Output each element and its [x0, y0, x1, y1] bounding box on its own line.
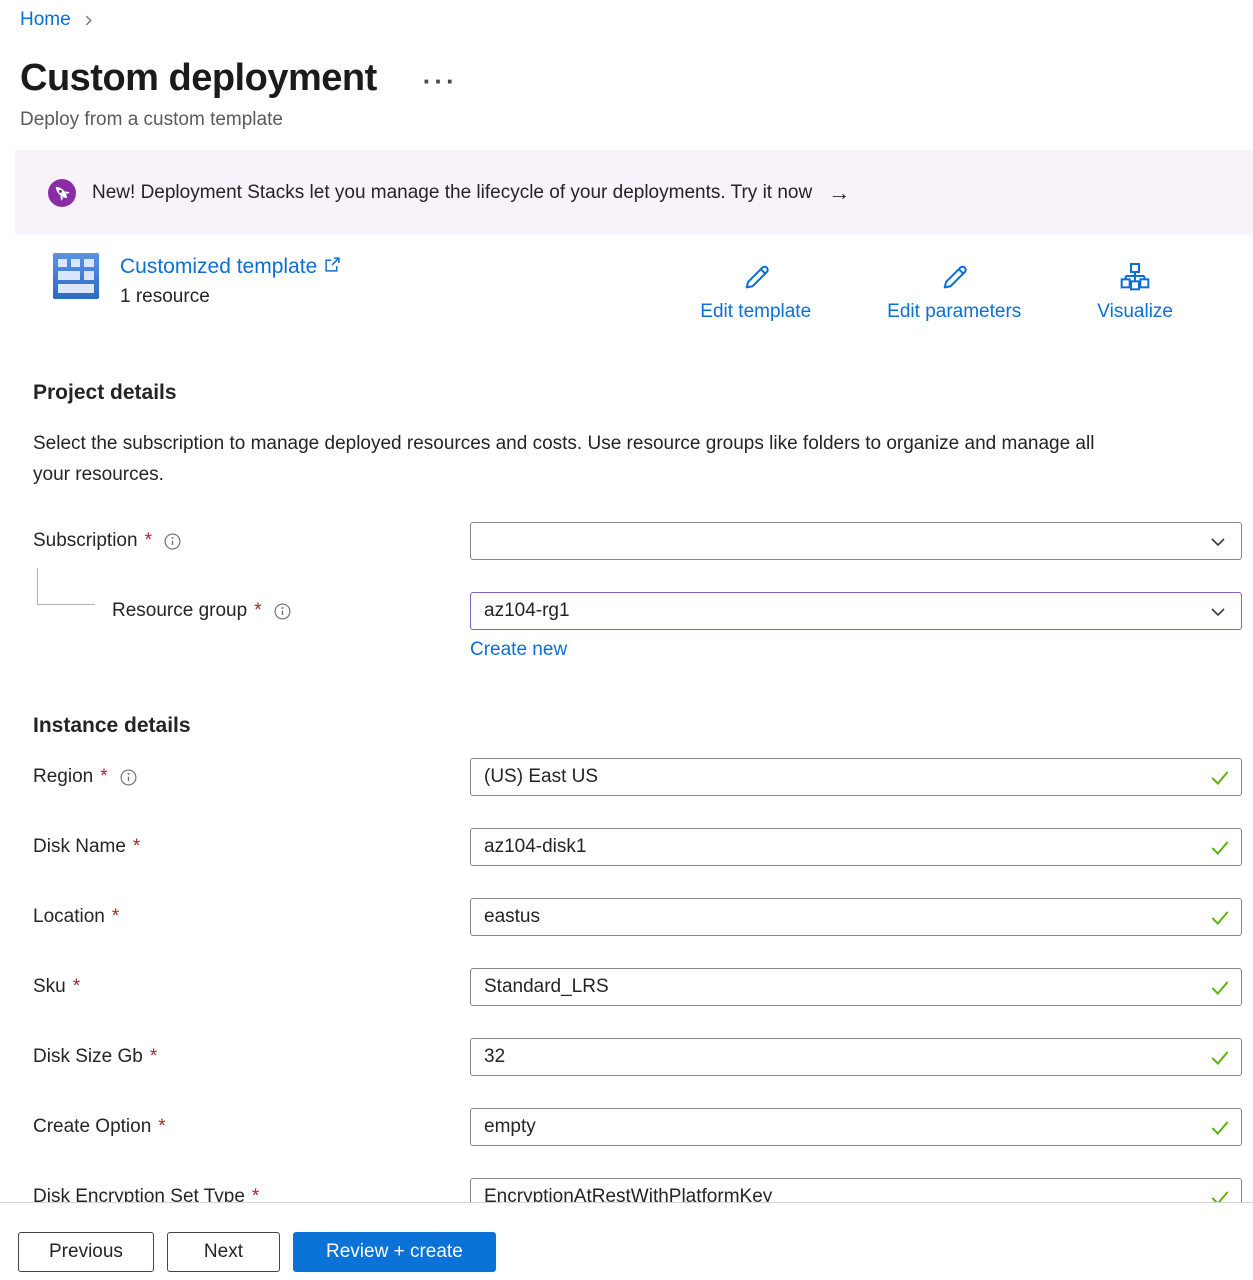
- org-chart-icon: [1119, 262, 1151, 294]
- disk-size-row: Disk Size Gb *: [33, 1038, 1242, 1076]
- subscription-dropdown[interactable]: [470, 522, 1242, 560]
- create-option-label: Create Option: [33, 1116, 151, 1138]
- project-form: Subscription * Resource group * az104-rg…: [33, 522, 1242, 662]
- disk-size-input[interactable]: [471, 1039, 1241, 1075]
- project-details-heading: Project details: [33, 380, 1253, 406]
- required-asterisk: *: [158, 1116, 165, 1138]
- create-option-row: Create Option *: [33, 1108, 1242, 1146]
- valid-check-icon: [1209, 1117, 1231, 1139]
- rocket-icon: [48, 179, 76, 207]
- location-input[interactable]: [471, 899, 1241, 935]
- banner-text: New! Deployment Stacks let you manage th…: [92, 182, 812, 204]
- template-actions: Edit template Edit parameters: [700, 252, 1253, 327]
- required-asterisk: *: [112, 906, 119, 928]
- edit-template-button[interactable]: Edit template: [700, 262, 811, 327]
- arrow-right-icon: →: [828, 180, 850, 206]
- pencil-icon: [740, 262, 772, 294]
- visualize-label: Visualize: [1097, 301, 1173, 323]
- external-link-icon: [324, 256, 341, 273]
- pencil-icon: [938, 262, 970, 294]
- sku-input[interactable]: [471, 969, 1241, 1005]
- sku-label: Sku: [33, 976, 66, 998]
- resource-group-dropdown[interactable]: az104-rg1: [470, 592, 1242, 630]
- chevron-down-icon: [1208, 602, 1228, 622]
- valid-check-icon: [1209, 907, 1231, 929]
- disk-name-row: Disk Name *: [33, 828, 1242, 866]
- previous-button[interactable]: Previous: [18, 1232, 154, 1272]
- page-header: Custom deployment ···: [20, 56, 1253, 100]
- disk-name-label: Disk Name: [33, 836, 126, 858]
- region-label: Region: [33, 766, 93, 788]
- template-resource-count: 1 resource: [120, 285, 341, 309]
- location-label: Location: [33, 906, 105, 928]
- breadcrumb: Home: [20, 8, 1253, 32]
- valid-check-icon: [1209, 837, 1231, 859]
- create-option-input[interactable]: [471, 1109, 1241, 1145]
- required-asterisk: *: [145, 530, 152, 552]
- disk-name-input[interactable]: [471, 829, 1241, 865]
- subscription-row: Subscription *: [33, 522, 1242, 560]
- review-create-button[interactable]: Review + create: [293, 1232, 496, 1272]
- resource-group-row: Resource group * az104-rg1: [33, 592, 1242, 630]
- valid-check-icon: [1209, 977, 1231, 999]
- edit-parameters-label: Edit parameters: [887, 301, 1021, 323]
- chevron-right-icon: [81, 13, 96, 28]
- deployment-stacks-banner[interactable]: New! Deployment Stacks let you manage th…: [15, 150, 1253, 235]
- field-connector-line: [37, 568, 95, 605]
- required-asterisk: *: [254, 600, 261, 622]
- page-title: Custom deployment: [20, 56, 377, 100]
- sku-row: Sku *: [33, 968, 1242, 1006]
- required-asterisk: *: [73, 976, 80, 998]
- info-icon[interactable]: [119, 768, 138, 787]
- required-asterisk: *: [100, 766, 107, 788]
- instance-form: Region * Disk Name * Location *: [33, 758, 1242, 1216]
- subscription-label: Subscription: [33, 530, 138, 552]
- region-input[interactable]: [471, 759, 1241, 795]
- template-icon: [52, 252, 100, 300]
- location-row: Location *: [33, 898, 1242, 936]
- customized-template-link[interactable]: Customized template: [120, 254, 341, 280]
- resource-group-label: Resource group: [112, 600, 247, 622]
- resource-group-value: az104-rg1: [484, 600, 570, 622]
- instance-details-heading: Instance details: [33, 713, 1253, 739]
- footer-action-bar: Previous Next Review + create: [0, 1202, 1253, 1280]
- info-icon[interactable]: [273, 602, 292, 621]
- edit-template-label: Edit template: [700, 301, 811, 323]
- disk-size-label: Disk Size Gb: [33, 1046, 143, 1068]
- template-name: Customized template: [120, 254, 317, 280]
- region-row: Region *: [33, 758, 1242, 796]
- info-icon[interactable]: [163, 532, 182, 551]
- edit-parameters-button[interactable]: Edit parameters: [887, 262, 1021, 327]
- visualize-button[interactable]: Visualize: [1097, 262, 1173, 327]
- next-button[interactable]: Next: [167, 1232, 280, 1272]
- breadcrumb-home-link[interactable]: Home: [20, 8, 71, 32]
- page-subtitle: Deploy from a custom template: [20, 108, 1253, 132]
- chevron-down-icon: [1208, 532, 1228, 552]
- more-options-button[interactable]: ···: [423, 71, 458, 91]
- valid-check-icon: [1209, 1047, 1231, 1069]
- template-summary: Customized template 1 resource Edit temp…: [0, 252, 1253, 327]
- required-asterisk: *: [133, 836, 140, 858]
- required-asterisk: *: [150, 1046, 157, 1068]
- project-description: Select the subscription to manage deploy…: [33, 428, 1123, 490]
- create-new-link[interactable]: Create new: [470, 638, 567, 662]
- valid-check-icon: [1209, 767, 1231, 789]
